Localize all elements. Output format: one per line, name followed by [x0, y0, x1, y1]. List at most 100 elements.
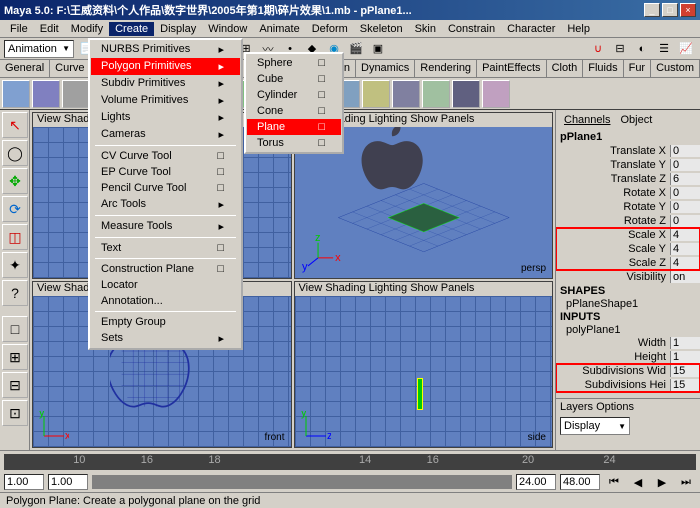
subdiv-w-field[interactable]: 15: [670, 365, 700, 377]
menu-edit[interactable]: Edit: [34, 22, 65, 36]
menu-item-text[interactable]: Text□: [91, 240, 240, 256]
menu-item-cv-curve[interactable]: CV Curve Tool□: [91, 148, 240, 164]
hypershade-icon[interactable]: ◐: [632, 39, 652, 59]
playback-fwd-icon[interactable]: ⏭: [676, 472, 696, 492]
maximize-button[interactable]: □: [662, 3, 678, 17]
menu-item-pencil-curve[interactable]: Pencil Curve Tool□: [91, 180, 240, 196]
viewport-menu[interactable]: View Shading Lighting Show Panels: [295, 282, 553, 296]
menu-item-volume[interactable]: Volume Primitives▸: [91, 92, 240, 109]
scale-x-field[interactable]: 4: [670, 229, 700, 241]
shelf-item[interactable]: [62, 80, 90, 108]
menu-item-ep-curve[interactable]: EP Curve Tool□: [91, 164, 240, 180]
playback-back-icon[interactable]: ◀: [628, 472, 648, 492]
menu-item-arc[interactable]: Arc Tools▸: [91, 196, 240, 213]
visibility-field[interactable]: on: [670, 271, 700, 283]
layout2-icon[interactable]: ⊡: [2, 400, 28, 426]
close-button[interactable]: ×: [680, 3, 696, 17]
menu-constrain[interactable]: Constrain: [442, 22, 501, 36]
move-tool-icon[interactable]: ✥: [2, 168, 28, 194]
timeline-track[interactable]: 10 16 18 14 16 20 24: [4, 454, 696, 470]
menu-item-sphere[interactable]: Sphere□: [247, 55, 341, 71]
menu-item-cylinder[interactable]: Cylinder□: [247, 87, 341, 103]
range-track[interactable]: [92, 475, 512, 489]
lasso-tool-icon[interactable]: ◯: [2, 140, 28, 166]
menu-item-torus[interactable]: Torus□: [247, 135, 341, 151]
shelf-tab-curve[interactable]: Curve: [50, 60, 90, 77]
translate-z-field[interactable]: 6: [670, 173, 700, 185]
last-tool-icon[interactable]: ?: [2, 280, 28, 306]
shelf-item[interactable]: [482, 80, 510, 108]
menu-item-measure[interactable]: Measure Tools▸: [91, 218, 240, 235]
menu-file[interactable]: File: [4, 22, 34, 36]
range-end-field[interactable]: 48.00: [560, 474, 600, 490]
shelf-item[interactable]: [452, 80, 480, 108]
menu-modify[interactable]: Modify: [65, 22, 109, 36]
menu-skin[interactable]: Skin: [409, 22, 442, 36]
menu-skeleton[interactable]: Skeleton: [354, 22, 409, 36]
menu-create[interactable]: Create: [109, 22, 154, 36]
scale-tool-icon[interactable]: ◫: [2, 224, 28, 250]
shelf-item[interactable]: [2, 80, 30, 108]
shelf-tab-fluids[interactable]: Fluids: [583, 60, 623, 77]
shelf-item[interactable]: [32, 80, 60, 108]
menu-character[interactable]: Character: [501, 22, 561, 36]
range-in-field[interactable]: 1.00: [48, 474, 88, 490]
menu-item-cube[interactable]: Cube□: [247, 71, 341, 87]
menu-item-empty-group[interactable]: Empty Group: [91, 314, 240, 330]
tab-channels[interactable]: Channels: [560, 112, 614, 128]
menu-item-polygon-primitives[interactable]: Polygon Primitives▸: [91, 58, 240, 75]
translate-y-field[interactable]: 0: [670, 159, 700, 171]
playback-rewind-icon[interactable]: ⏮: [604, 472, 624, 492]
menu-deform[interactable]: Deform: [306, 22, 354, 36]
shelf-item[interactable]: [362, 80, 390, 108]
range-out-field[interactable]: 24.00: [516, 474, 556, 490]
magnet-icon[interactable]: ∪: [588, 39, 608, 59]
four-view-icon[interactable]: ⊞: [2, 344, 28, 370]
height-field[interactable]: 1: [670, 351, 700, 363]
rotate-tool-icon[interactable]: ⟳: [2, 196, 28, 222]
layers-display-combo[interactable]: Display▼: [560, 417, 630, 435]
viewport-side[interactable]: View Shading Lighting Show Panels zy sid…: [294, 281, 554, 448]
menu-item-annotation[interactable]: Annotation...: [91, 293, 240, 309]
shelf-tab-dynamics[interactable]: Dynamics: [356, 60, 415, 77]
layout-icon[interactable]: ⊟: [2, 372, 28, 398]
menu-item-subdiv[interactable]: Subdiv Primitives▸: [91, 75, 240, 92]
time-slider[interactable]: 10 16 18 14 16 20 24: [0, 450, 700, 472]
minimize-button[interactable]: _: [644, 3, 660, 17]
scale-y-field[interactable]: 4: [670, 243, 700, 255]
ipr-icon[interactable]: ▣: [368, 39, 388, 59]
menu-display[interactable]: Display: [154, 22, 202, 36]
shelf-tab-rendering[interactable]: Rendering: [415, 60, 477, 77]
range-start-field[interactable]: 1.00: [4, 474, 44, 490]
menu-item-nurbs[interactable]: NURBS Primitives▸: [91, 41, 240, 58]
shelf-tab-cloth[interactable]: Cloth: [547, 60, 584, 77]
outliner-icon[interactable]: ☰: [654, 39, 674, 59]
menu-item-sets[interactable]: Sets▸: [91, 330, 240, 347]
input-name[interactable]: polyPlane1: [556, 324, 700, 336]
menu-animate[interactable]: Animate: [253, 22, 305, 36]
graph-editor-icon[interactable]: 📈: [676, 39, 696, 59]
shelf-tab-general[interactable]: General: [0, 60, 50, 77]
translate-x-field[interactable]: 0: [670, 145, 700, 157]
select-tool-icon[interactable]: ↖: [2, 112, 28, 138]
rotate-y-field[interactable]: 0: [670, 201, 700, 213]
shelf-item[interactable]: [422, 80, 450, 108]
manipulator-icon[interactable]: ✦: [2, 252, 28, 278]
shelf-tab-paint[interactable]: PaintEffects: [477, 60, 547, 77]
scale-z-field[interactable]: 4: [670, 257, 700, 269]
menu-item-cameras[interactable]: Cameras▸: [91, 126, 240, 143]
single-view-icon[interactable]: □: [2, 316, 28, 342]
shape-name[interactable]: pPlaneShape1: [556, 298, 700, 310]
rotate-x-field[interactable]: 0: [670, 187, 700, 199]
shelf-tab-fur[interactable]: Fur: [624, 60, 652, 77]
menu-item-plane[interactable]: Plane□: [247, 119, 341, 135]
menu-help[interactable]: Help: [561, 22, 596, 36]
module-combo[interactable]: Animation▼: [4, 40, 74, 58]
menu-item-locator[interactable]: Locator: [91, 277, 240, 293]
menu-window[interactable]: Window: [202, 22, 253, 36]
shelf-icon[interactable]: ⊟: [610, 39, 630, 59]
tab-object[interactable]: Object: [614, 112, 658, 128]
menu-item-cplane[interactable]: Construction Plane□: [91, 261, 240, 277]
menu-item-cone[interactable]: Cone□: [247, 103, 341, 119]
shelf-item[interactable]: [392, 80, 420, 108]
